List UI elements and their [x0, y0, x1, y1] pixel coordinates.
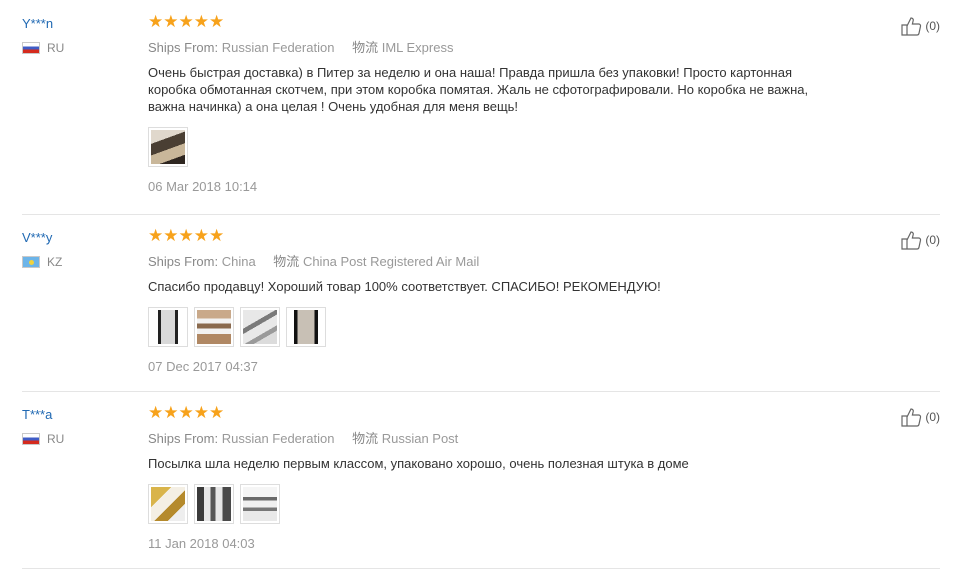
kazakhstan-flag-icon	[22, 256, 40, 268]
logistics-label: 物流	[352, 431, 379, 446]
logistics-label: 物流	[273, 254, 300, 269]
review-date: 11 Jan 2018 04:03	[148, 536, 255, 551]
photo-image	[289, 310, 323, 344]
photo-image	[197, 310, 231, 344]
ships-from-value: Russian Federation	[221, 40, 335, 55]
review-body: ★★★★★ Ships From: Russian Federation 物流 …	[148, 391, 838, 551]
shipping-info: Ships From: Russian Federation 物流 Russia…	[148, 428, 838, 447]
reviewer-name[interactable]: Y***n	[22, 16, 132, 31]
review-date: 06 Mar 2018 10:14	[148, 179, 258, 194]
ships-from-value: Russian Federation	[221, 431, 335, 446]
reviewer-info: V***y KZ	[22, 214, 132, 269]
reviewer-info: Y***n RU	[22, 0, 132, 55]
review-text: Очень быстрая доставка) в Питер за недел…	[148, 65, 809, 114]
reviewer-info: T***a RU	[22, 391, 132, 446]
helpful-count: (0)	[925, 233, 940, 247]
review-photo-thumbnail[interactable]	[148, 307, 188, 347]
photo-image	[151, 310, 185, 344]
review-date: 07 Dec 2017 04:37	[148, 359, 258, 374]
review-body: ★★★★★ Ships From: Russian Federation 物流 …	[148, 0, 838, 194]
thumbs-up-icon	[901, 231, 922, 250]
reviewer-country: RU	[22, 41, 132, 55]
logistics-value: China Post Registered Air Mail	[302, 254, 480, 269]
ships-from-value: China	[221, 254, 256, 269]
russia-flag-icon	[22, 42, 40, 54]
helpful-count: (0)	[925, 19, 940, 33]
review-item: V***y KZ ★★★★★ Ships From: China 物流 Chin…	[22, 214, 940, 392]
ships-from-label: Ships From:	[148, 40, 219, 55]
photo-image	[243, 487, 277, 521]
review-photos	[148, 484, 838, 524]
ships-from-label: Ships From:	[148, 431, 219, 446]
ships-from-label: Ships From:	[148, 254, 219, 269]
helpful-button[interactable]: (0)	[901, 230, 940, 250]
russia-flag-icon	[22, 433, 40, 445]
photo-image	[197, 487, 231, 521]
shipping-info: Ships From: China 物流 China Post Register…	[148, 251, 838, 270]
review-photo-thumbnail[interactable]	[286, 307, 326, 347]
review-photos	[148, 127, 838, 167]
reviewer-country: RU	[22, 432, 132, 446]
shipping-info: Ships From: Russian Federation 物流 IML Ex…	[148, 37, 838, 56]
thumbs-up-icon	[901, 17, 922, 36]
star-rating: ★★★★★	[148, 226, 225, 245]
reviewer-name[interactable]: T***a	[22, 407, 132, 422]
country-code: KZ	[47, 255, 63, 269]
reviewer-country: KZ	[22, 255, 132, 269]
review-photo-thumbnail[interactable]	[240, 484, 280, 524]
photo-image	[151, 487, 185, 521]
reviewer-name[interactable]: V***y	[22, 230, 132, 245]
review-body: ★★★★★ Ships From: China 物流 China Post Re…	[148, 214, 838, 374]
star-rating: ★★★★★	[148, 403, 225, 422]
review-photo-thumbnail[interactable]	[194, 307, 234, 347]
photo-image	[243, 310, 277, 344]
logistics-value: IML Express	[381, 40, 454, 55]
logistics-value: Russian Post	[381, 431, 459, 446]
photo-image	[151, 130, 185, 164]
review-item: T***a RU ★★★★★ Ships From: Russian Feder…	[22, 391, 940, 569]
country-code: RU	[47, 41, 65, 55]
review-photo-thumbnail[interactable]	[148, 127, 188, 167]
review-text: Посылка шла неделю первым классом, упако…	[148, 456, 689, 471]
review-text: Спасибо продавцу! Хороший товар 100% соо…	[148, 279, 661, 294]
helpful-button[interactable]: (0)	[901, 16, 940, 36]
country-code: RU	[47, 432, 65, 446]
review-photo-thumbnail[interactable]	[194, 484, 234, 524]
star-rating: ★★★★★	[148, 12, 225, 31]
review-photo-thumbnail[interactable]	[148, 484, 188, 524]
thumbs-up-icon	[901, 408, 922, 427]
review-photo-thumbnail[interactable]	[240, 307, 280, 347]
logistics-label: 物流	[352, 40, 379, 55]
review-item: Y***n RU ★★★★★ Ships From: Russian Feder…	[22, 0, 940, 215]
helpful-button[interactable]: (0)	[901, 407, 940, 427]
helpful-count: (0)	[925, 410, 940, 424]
review-photos	[148, 307, 838, 347]
